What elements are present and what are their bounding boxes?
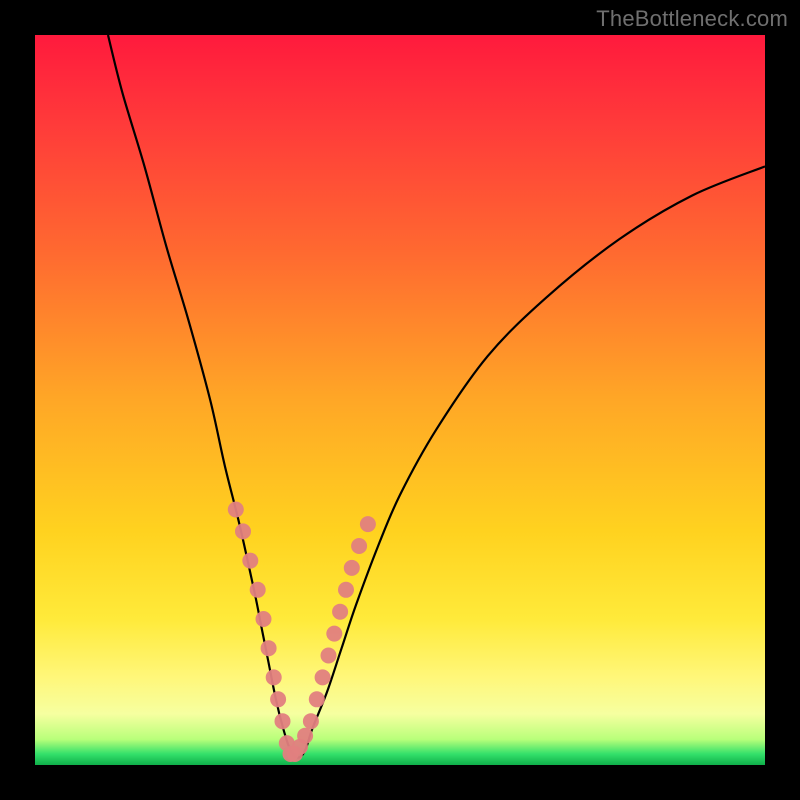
curve-group: [108, 35, 765, 758]
curve-marker: [309, 691, 325, 707]
curve-marker: [235, 523, 251, 539]
curve-marker: [315, 669, 331, 685]
curve-marker: [297, 728, 313, 744]
curve-marker: [344, 560, 360, 576]
curve-marker: [256, 611, 272, 627]
plot-area: [35, 35, 765, 765]
curve-marker: [338, 582, 354, 598]
curve-marker: [270, 691, 286, 707]
watermark-label: TheBottleneck.com: [596, 6, 788, 32]
curve-marker: [275, 713, 291, 729]
chart-frame: TheBottleneck.com: [0, 0, 800, 800]
curve-marker: [242, 553, 258, 569]
curve-marker: [351, 538, 367, 554]
chart-svg: [35, 35, 765, 765]
marker-group: [228, 502, 376, 763]
bottleneck-curve: [108, 35, 765, 758]
curve-marker: [360, 516, 376, 532]
curve-marker: [250, 582, 266, 598]
curve-marker: [266, 669, 282, 685]
curve-marker: [303, 713, 319, 729]
curve-marker: [321, 648, 337, 664]
curve-marker: [332, 604, 348, 620]
curve-marker: [326, 626, 342, 642]
curve-marker: [228, 502, 244, 518]
curve-marker: [261, 640, 277, 656]
